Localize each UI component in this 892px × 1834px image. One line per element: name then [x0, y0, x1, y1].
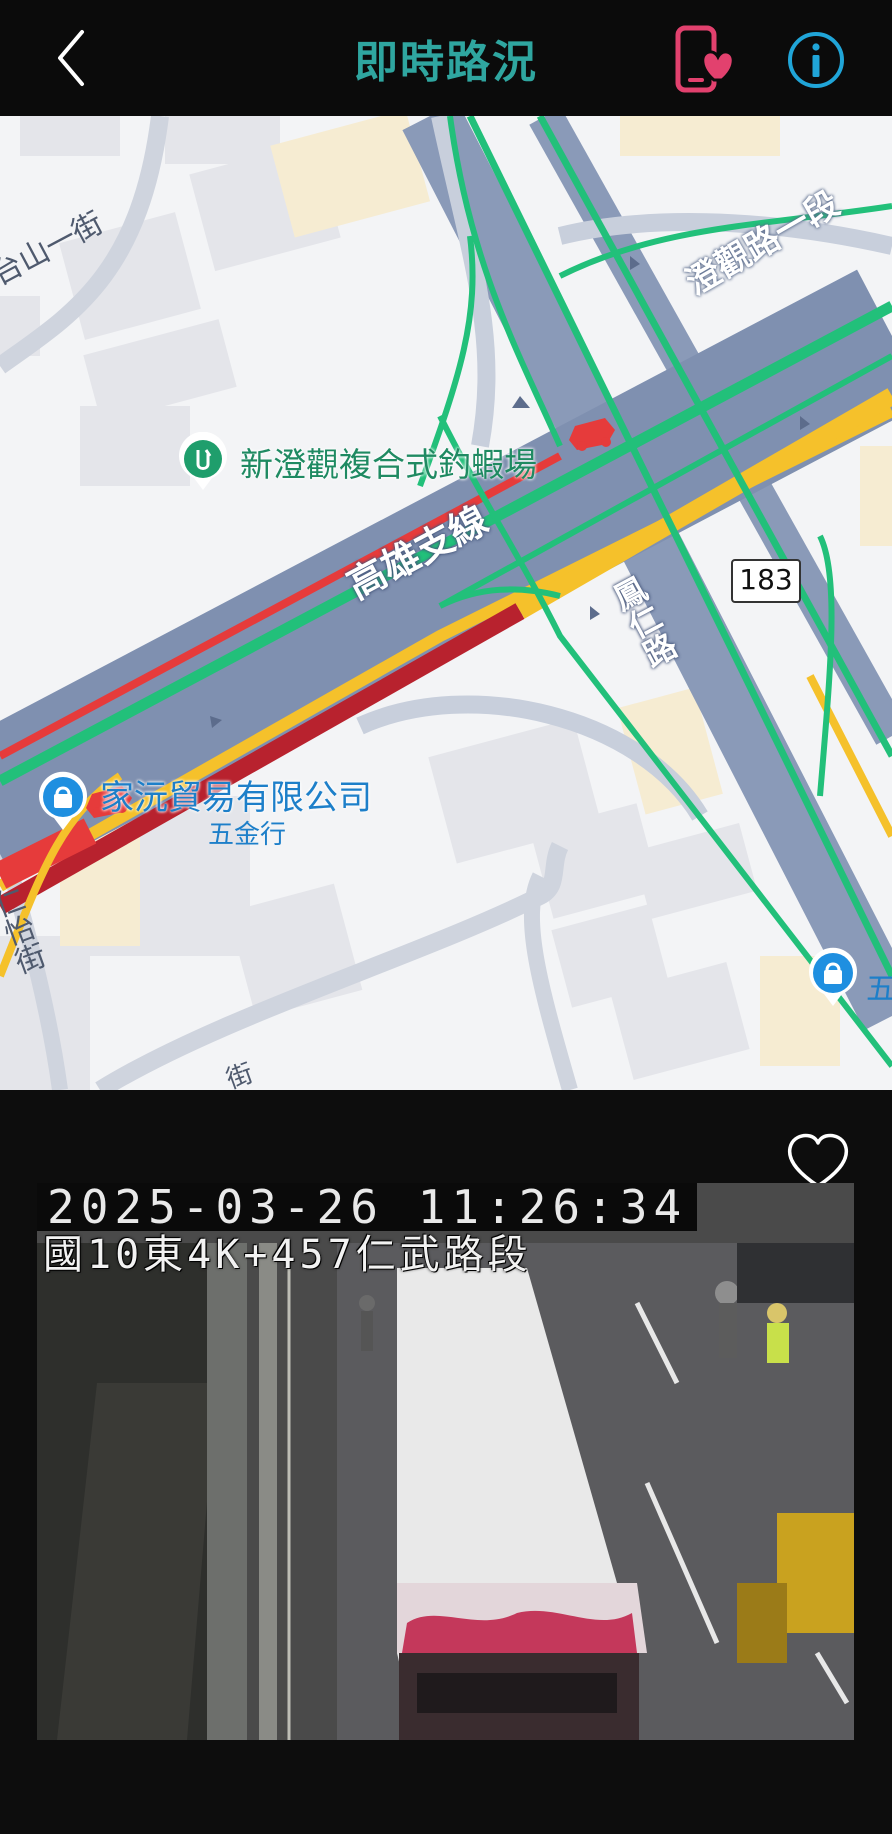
info-icon [788, 32, 844, 88]
shop-poi-icon [39, 771, 87, 830]
cctv-camera-image[interactable]: 2025-03-26 11:26:34 國10東4K+457仁武路段 [37, 1183, 854, 1740]
poi-shop-subtitle: 五金行 [208, 820, 287, 850]
phone-heart-icon [675, 25, 735, 93]
poi-shop-label: 家沅貿易有限公司 [100, 778, 372, 818]
route-number-badge: 183 [739, 563, 793, 596]
top-bar: 即時路況 [0, 0, 892, 116]
info-button[interactable] [784, 28, 848, 92]
poi-shop-label: 五 [866, 972, 892, 1007]
camera-timestamp: 2025-03-26 11:26:34 [37, 1183, 698, 1231]
camera-location: 國10東4K+457仁武路段 [43, 1232, 532, 1278]
traffic-map[interactable]: 台山一街 澄觀路一段 高雄支線 鳳仁路 183 仁怡街 街 新澄觀複合式釣蝦場 … [0, 116, 892, 1090]
shop-poi-icon [809, 947, 857, 1006]
favorite-phone-button[interactable] [670, 24, 740, 96]
page-title: 即時路況 [354, 37, 538, 88]
fishing-poi-icon [179, 432, 227, 490]
poi-fishing-label: 新澄觀複合式釣蝦場 [240, 445, 537, 484]
